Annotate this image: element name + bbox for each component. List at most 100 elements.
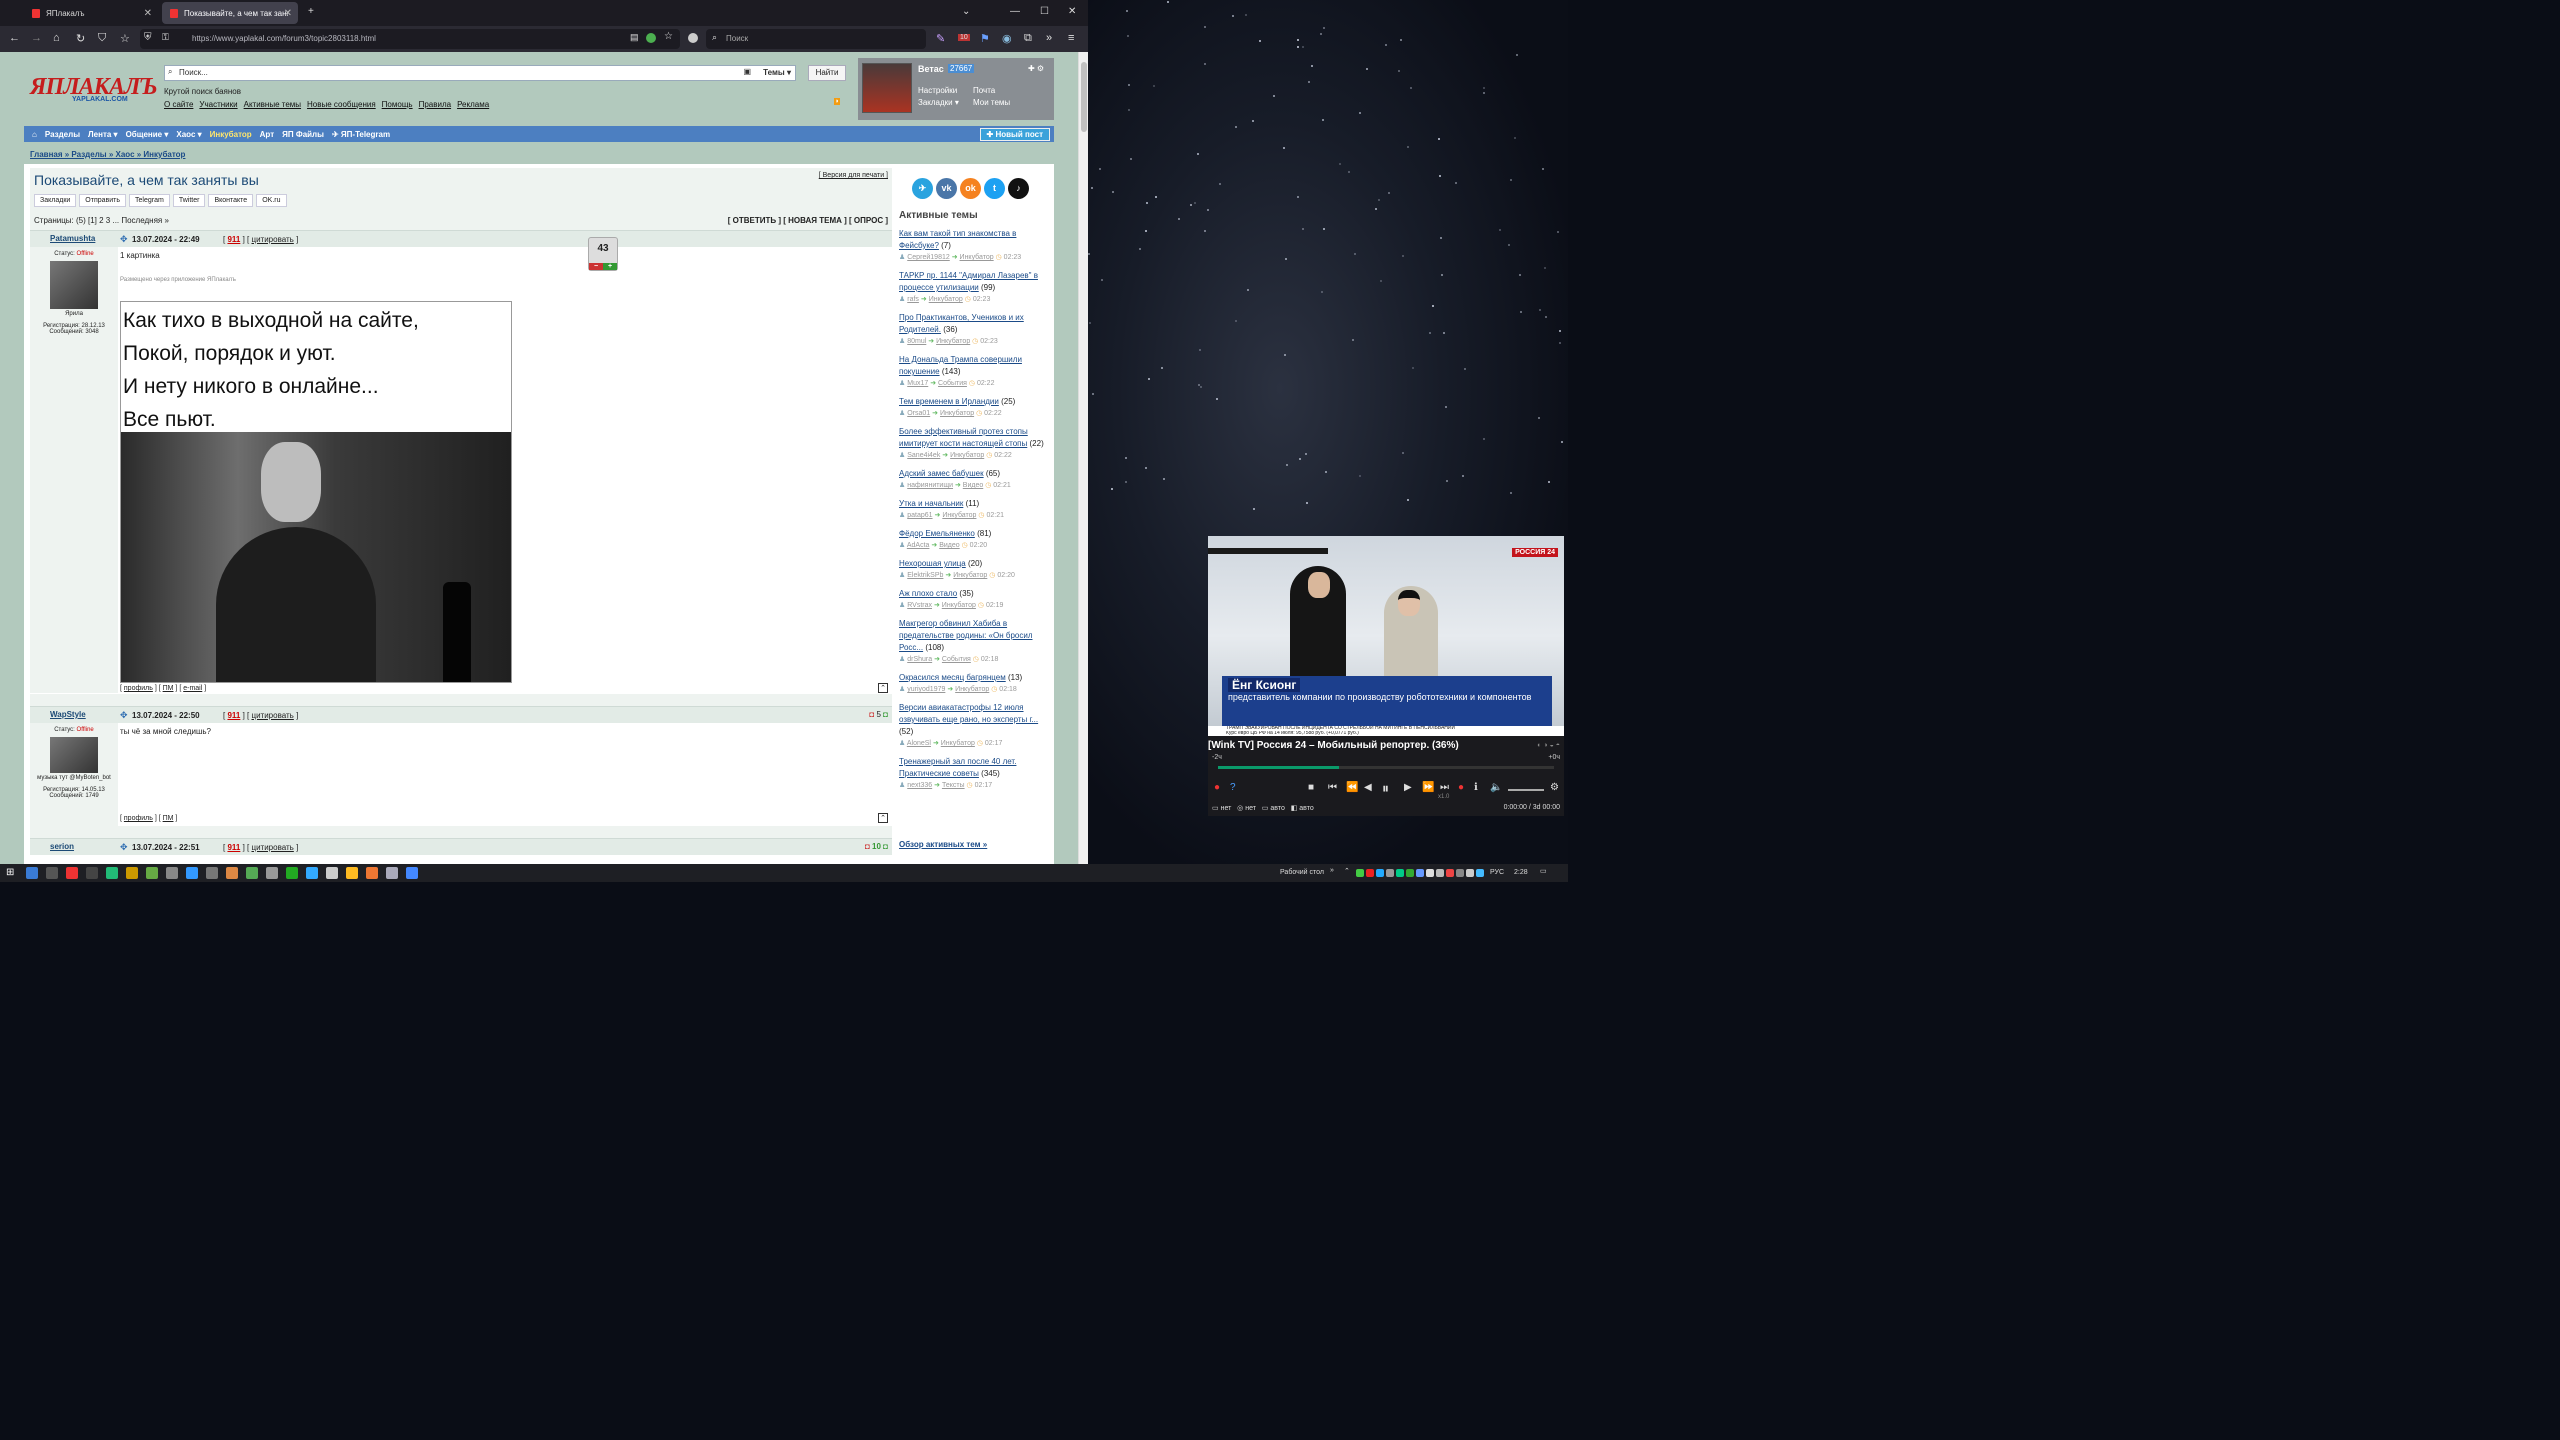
shield-icon[interactable]: ⛨ [144, 32, 152, 43]
menu-chaos[interactable]: Хаос ▾ [176, 130, 201, 139]
extensions-puzzle-icon[interactable]: ⧉ [1024, 32, 1032, 45]
post-author[interactable]: WapStyle [50, 710, 86, 719]
post-link-icon[interactable]: ✥ [120, 710, 128, 721]
home-icon[interactable]: ⌂ [32, 130, 37, 139]
maximize-icon[interactable]: ☐ [1040, 6, 1049, 17]
link-help[interactable]: Помощь [382, 100, 413, 109]
menu-art[interactable]: Арт [260, 130, 274, 139]
twitter-icon[interactable]: t [984, 178, 1005, 199]
topic-section[interactable]: Инкубатор [953, 572, 987, 579]
meme-image[interactable]: Как тихо в выходной на сайте, Покой, пор… [120, 301, 512, 683]
lock-icon[interactable]: ⚿ [162, 32, 169, 43]
tray-icon[interactable] [1476, 869, 1484, 877]
taskbar-app-icon[interactable] [26, 867, 38, 879]
forward-icon[interactable]: → [31, 32, 42, 44]
reload-icon[interactable]: ↻ [76, 32, 85, 45]
post-author[interactable]: Patamushta [50, 234, 95, 243]
tracking-icon[interactable]: ⛉ [98, 32, 106, 45]
taskbar-app-icon[interactable] [106, 867, 118, 879]
taskbar-app-icon[interactable] [146, 867, 158, 879]
topic-section[interactable]: Инкубатор [941, 740, 975, 747]
share-vk-button[interactable]: Вконтакте [208, 194, 254, 207]
topic-section[interactable]: Инкубатор [942, 512, 976, 519]
taskbar-app-icon[interactable] [366, 867, 378, 879]
vote-minus-icon[interactable]: ◘ [869, 710, 874, 719]
taskbar-app-icon[interactable] [126, 867, 138, 879]
camera-icon[interactable]: ▣ [743, 67, 751, 76]
link-members[interactable]: Участники [199, 100, 237, 109]
profile-link[interactable]: профиль [124, 815, 153, 822]
topic-link[interactable]: Как вам такой тип знакомства в Фейсбуке? [899, 229, 1016, 250]
topic-section[interactable]: Видео [939, 542, 959, 549]
share-twitter-button[interactable]: Twitter [172, 194, 206, 207]
topic-link[interactable]: Более эффективный протез стопы имитирует… [899, 427, 1028, 448]
extension-icon[interactable]: ⚑ [980, 32, 990, 45]
post-author[interactable]: serion [50, 842, 74, 851]
topic-link[interactable]: Про Практикантов, Учеников и их Родителе… [899, 313, 1024, 334]
username[interactable]: Ветас [918, 64, 944, 74]
topic-link[interactable]: Версии авиакатастрофы 12 июля озвучивать… [899, 703, 1038, 724]
tray-icon[interactable] [1456, 869, 1464, 877]
topic-section[interactable]: Инкубатор [960, 254, 994, 261]
back-icon[interactable]: ← [9, 32, 20, 44]
topic-user[interactable]: patap61 [907, 512, 932, 519]
browser-search-field[interactable]: ⌕ Поиск [706, 29, 926, 49]
pm-link[interactable]: ПМ [163, 685, 174, 692]
page-scrollbar[interactable] [1078, 52, 1088, 864]
tray-icon[interactable] [1366, 869, 1374, 877]
address-bar[interactable]: ⛨ ⚿ https://www.yaplakal.com/forum3/topi… [140, 29, 680, 49]
topic-user[interactable]: yuriyod1979 [907, 686, 945, 693]
aspect-icon[interactable]: ▭ [1262, 805, 1269, 812]
new-post-button[interactable]: ✚ Новый пост [979, 128, 1050, 141]
topic-section[interactable]: Инкубатор [950, 452, 984, 459]
taskbar-app-icon[interactable] [166, 867, 178, 879]
link-rules[interactable]: Правила [419, 100, 451, 109]
pause-icon[interactable]: ⏸ [1382, 780, 1389, 797]
new-tab-icon[interactable]: + [308, 6, 314, 17]
topic-link[interactable]: ТАРКР пр. 1144 "Адмирал Лазарев" в проце… [899, 271, 1038, 292]
topic-user[interactable]: AdActa [907, 542, 930, 549]
scrollbar-thumb[interactable] [1081, 62, 1087, 132]
tray-icon[interactable] [1396, 869, 1404, 877]
close-window-icon[interactable]: ✕ [1068, 6, 1076, 17]
volume-slider[interactable] [1508, 789, 1544, 791]
record-icon[interactable]: ● [1458, 782, 1464, 793]
home-icon[interactable]: ⌂ [53, 32, 60, 44]
settings-gear-icon[interactable]: ✚ ⚙ [1028, 64, 1044, 73]
topic-section[interactable]: События [942, 656, 971, 663]
topic-user[interactable]: 80mul [907, 338, 926, 345]
tray-icon[interactable] [1406, 869, 1414, 877]
tray-icon[interactable] [1426, 869, 1434, 877]
share-bookmarks-button[interactable]: Закладки [34, 194, 77, 207]
topic-section[interactable]: Тексты [942, 782, 965, 789]
topic-link[interactable]: Адский замес бабушек [899, 469, 984, 478]
scroll-top-icon[interactable]: ⌃ [878, 683, 888, 693]
topic-section[interactable]: Инкубатор [929, 296, 963, 303]
topic-user[interactable]: Orsa01 [907, 410, 930, 417]
vk-icon[interactable]: vk [936, 178, 957, 199]
tagline[interactable]: Крутой поиск баянов [164, 87, 241, 96]
avatar[interactable] [50, 261, 98, 309]
link-ads[interactable]: Реклама [457, 100, 489, 109]
menu-sections[interactable]: Разделы [45, 130, 80, 139]
link-my-topics[interactable]: Мои темы [973, 98, 1010, 107]
close-tab-icon[interactable]: ✕ [144, 8, 152, 19]
next-icon[interactable]: ⏭ [1440, 782, 1449, 793]
minimize-icon[interactable]: — [1010, 6, 1020, 17]
post-number[interactable]: 911 [227, 711, 240, 720]
taskbar-app-icon[interactable] [286, 867, 298, 879]
themes-dropdown[interactable]: Темы ▾ [763, 68, 791, 77]
link-about[interactable]: О сайте [164, 100, 193, 109]
pen-extension-icon[interactable]: ✎ [936, 32, 945, 45]
input-language[interactable]: РУС [1490, 869, 1504, 876]
deinterlace-icon[interactable]: ◧ [1291, 805, 1298, 812]
pagination[interactable]: Страницы: (5) [1] 2 3 ... Последняя » [34, 216, 169, 225]
vote-plus-icon[interactable]: ◘ [883, 710, 888, 719]
scroll-top-icon[interactable]: ⌃ [878, 813, 888, 823]
step-back-icon[interactable]: ◀ [1364, 782, 1372, 793]
hamburger-menu-icon[interactable]: ≡ [1068, 32, 1074, 44]
step-forward-icon[interactable]: ▶ [1404, 782, 1412, 793]
taskbar-app-icon[interactable] [46, 867, 58, 879]
previous-icon[interactable]: ⏮ [1328, 782, 1337, 793]
topic-section[interactable]: События [938, 380, 967, 387]
